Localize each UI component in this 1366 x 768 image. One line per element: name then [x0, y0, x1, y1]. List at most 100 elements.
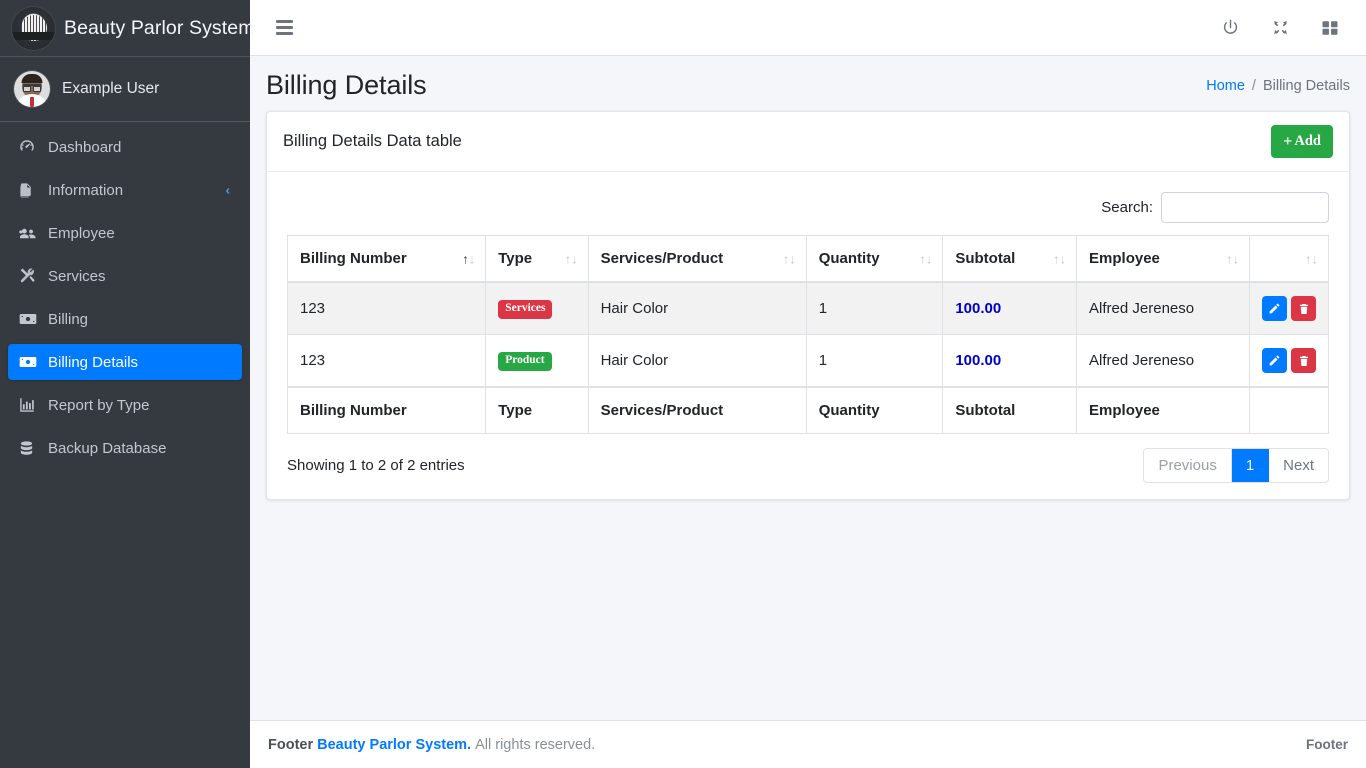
- sidebar-item-label: Backup Database: [48, 439, 167, 457]
- pencil-icon: [1269, 303, 1280, 314]
- page-title: Billing Details: [266, 70, 427, 100]
- footer-quantity: Quantity: [805, 386, 944, 434]
- delete-button[interactable]: [1291, 348, 1316, 373]
- table-info-row: Showing 1 to 2 of 2 entries Previous 1 N…: [287, 434, 1329, 483]
- column-header-type[interactable]: Type ↑ ↓: [485, 235, 589, 283]
- sidebar-item-dashboard[interactable]: Dashboard: [8, 129, 242, 165]
- column-header-services-product[interactable]: Services/Product ↑ ↓: [587, 235, 807, 283]
- sidebar-item-billing-details[interactable]: Billing Details: [8, 344, 242, 380]
- pencil-icon: [1269, 355, 1280, 366]
- trash-icon: [1299, 303, 1308, 314]
- cell-type: Product: [485, 334, 589, 388]
- cell-billing-number: 123: [286, 281, 487, 335]
- edit-button[interactable]: [1262, 348, 1287, 373]
- plus-icon: +: [1283, 132, 1293, 150]
- pagination-next[interactable]: Next: [1269, 449, 1328, 482]
- column-label: Employee: [1089, 250, 1160, 267]
- sort-icon: ↑ ↓: [1226, 251, 1239, 266]
- page-footer: Footer Beauty Parlor System. All rights …: [250, 720, 1366, 768]
- pagination-page-1[interactable]: 1: [1231, 449, 1270, 482]
- add-button[interactable]: + Add: [1271, 125, 1333, 158]
- tools-icon: [18, 267, 44, 285]
- user-panel[interactable]: Example User: [0, 57, 250, 122]
- footer-right-text: Footer: [1306, 737, 1348, 752]
- cell-quantity: 1: [805, 281, 944, 335]
- chevron-left-icon[interactable]: ‹: [226, 183, 230, 198]
- sort-icon: ↑ ↓: [564, 251, 578, 266]
- top-navbar: [250, 0, 1366, 56]
- edit-button[interactable]: [1262, 296, 1287, 321]
- card-title: Billing Details Data table: [283, 132, 462, 150]
- table-row: 123 Services Hair Color 1 100.00 Alfred …: [286, 281, 1329, 335]
- brand-link[interactable]: Beauty Parlor System: [0, 0, 254, 57]
- sidebar-item-employee[interactable]: Employee: [8, 215, 242, 251]
- column-header-subtotal[interactable]: Subtotal ↑ ↓: [942, 235, 1078, 283]
- sidebar-item-label: Employee: [48, 224, 115, 242]
- footer-type: Type: [485, 386, 589, 434]
- table-header-row: Billing Number ↑ ↓ Type ↑ ↓ Services/Produ…: [286, 235, 1329, 283]
- table-body: 123 Services Hair Color 1 100.00 Alfred …: [286, 281, 1329, 388]
- sidebar-item-label: Billing Details: [48, 353, 139, 371]
- status-badge: Services: [498, 300, 553, 319]
- users-icon: [18, 224, 44, 243]
- chart-bar-icon: [18, 396, 44, 414]
- money-bill-icon: [18, 352, 44, 372]
- sidebar-item-billing[interactable]: Billing: [8, 301, 242, 337]
- th-large-grid-icon[interactable]: [1312, 10, 1348, 46]
- content-area: Billing Details Data table + Add Search: …: [250, 111, 1366, 500]
- sidebar-item-backup-database[interactable]: Backup Database: [8, 430, 242, 466]
- status-badge: Product: [498, 352, 552, 371]
- pagination-previous[interactable]: Previous: [1144, 449, 1232, 482]
- billing-details-table: Billing Number ↑ ↓ Type ↑ ↓ Services/Produ…: [286, 235, 1329, 434]
- database-icon: [18, 440, 44, 457]
- sidebar: Beauty Parlor System Example User Dashbo…: [0, 0, 254, 768]
- sort-icon: ↑ ↓: [1053, 251, 1067, 266]
- sidebar-nav: Dashboard Information ‹ Employee Service…: [0, 122, 250, 466]
- power-off-icon[interactable]: [1212, 10, 1248, 46]
- sidebar-item-label: Services: [48, 267, 106, 285]
- hamburger-menu-icon[interactable]: [266, 10, 302, 46]
- brand-title: Beauty Parlor System: [64, 16, 255, 39]
- column-label: Type: [498, 250, 533, 267]
- search-label: Search:: [1101, 199, 1153, 216]
- delete-button[interactable]: [1291, 296, 1316, 321]
- cell-subtotal: 100.00: [942, 334, 1078, 388]
- cell-employee: Alfred Jereneso: [1076, 281, 1250, 335]
- table-footer-row: Billing Number Type Services/Product Qua…: [286, 386, 1329, 434]
- footer-rights: All rights reserved.: [475, 736, 596, 753]
- cell-employee: Alfred Jereneso: [1076, 334, 1250, 388]
- footer-prefix: Footer: [268, 736, 314, 753]
- footer-subtotal: Subtotal: [942, 386, 1078, 434]
- cell-billing-number: 123: [286, 334, 487, 388]
- footer-brand[interactable]: Beauty Parlor System.: [317, 737, 471, 753]
- sort-icon: ↑ ↓: [1305, 251, 1318, 266]
- user-avatar-icon: [14, 71, 50, 107]
- copy-files-icon: [18, 182, 44, 199]
- sidebar-item-report-by-type[interactable]: Report by Type: [8, 387, 242, 423]
- compress-arrows-icon[interactable]: [1262, 10, 1298, 46]
- column-header-actions[interactable]: ↑ ↓: [1249, 235, 1329, 283]
- card-header: Billing Details Data table + Add: [267, 112, 1349, 172]
- sort-icon: ↑ ↓: [782, 251, 796, 266]
- breadcrumb-separator: /: [1251, 77, 1256, 94]
- footer-billing-number: Billing Number: [286, 386, 487, 434]
- search-input[interactable]: [1161, 192, 1329, 223]
- cell-actions: [1249, 334, 1329, 388]
- content-header: Billing Details Home / Billing Details: [250, 56, 1366, 111]
- cell-type: Services: [485, 281, 589, 335]
- trash-icon: [1299, 355, 1308, 366]
- breadcrumb-current: Billing Details: [1262, 77, 1350, 94]
- sidebar-item-label: Information: [48, 181, 124, 199]
- breadcrumb-home-link[interactable]: Home: [1206, 78, 1245, 94]
- sidebar-item-information[interactable]: Information ‹: [8, 172, 242, 208]
- sidebar-item-label: Report by Type: [48, 396, 150, 414]
- column-header-billing-number[interactable]: Billing Number ↑ ↓: [286, 235, 487, 283]
- column-header-employee[interactable]: Employee ↑ ↓: [1076, 235, 1250, 283]
- column-header-quantity[interactable]: Quantity ↑ ↓: [805, 235, 944, 283]
- sidebar-item-services[interactable]: Services: [8, 258, 242, 294]
- cell-services-product: Hair Color: [587, 281, 807, 335]
- tachometer-icon: [18, 138, 44, 156]
- table-row: 123 Product Hair Color 1 100.00 Alfred J…: [286, 334, 1329, 388]
- column-label: Quantity: [818, 250, 880, 267]
- add-button-label: Add: [1294, 133, 1321, 149]
